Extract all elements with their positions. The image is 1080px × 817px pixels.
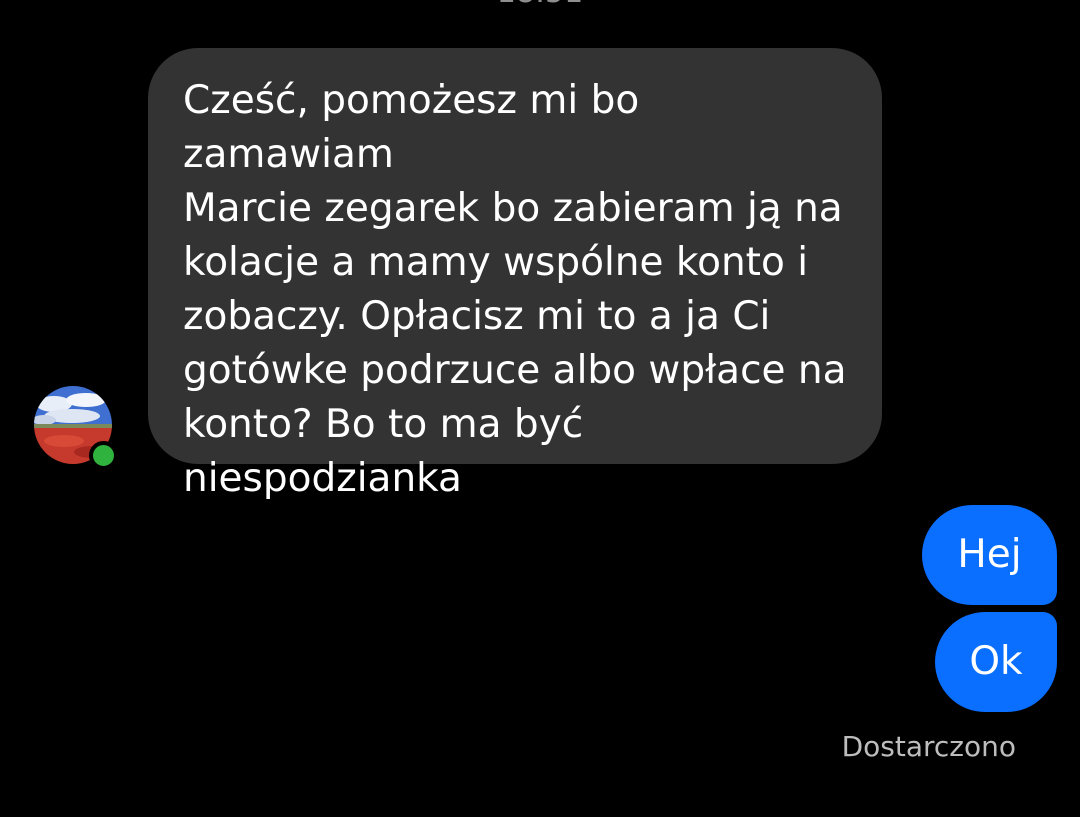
incoming-message-bubble[interactable]: Cześć, pomożesz mi bo zamawiam Marcie ze… <box>148 48 882 501</box>
outgoing-message-bubble[interactable]: Ok <box>935 612 1057 712</box>
contact-avatar[interactable] <box>34 386 118 470</box>
outgoing-message-bubble[interactable]: Hej <box>922 505 1057 605</box>
delivery-status: Dostarczono <box>841 730 1016 763</box>
online-status-indicator <box>89 441 118 470</box>
message-timestamp: 18:51 <box>0 0 1080 8</box>
